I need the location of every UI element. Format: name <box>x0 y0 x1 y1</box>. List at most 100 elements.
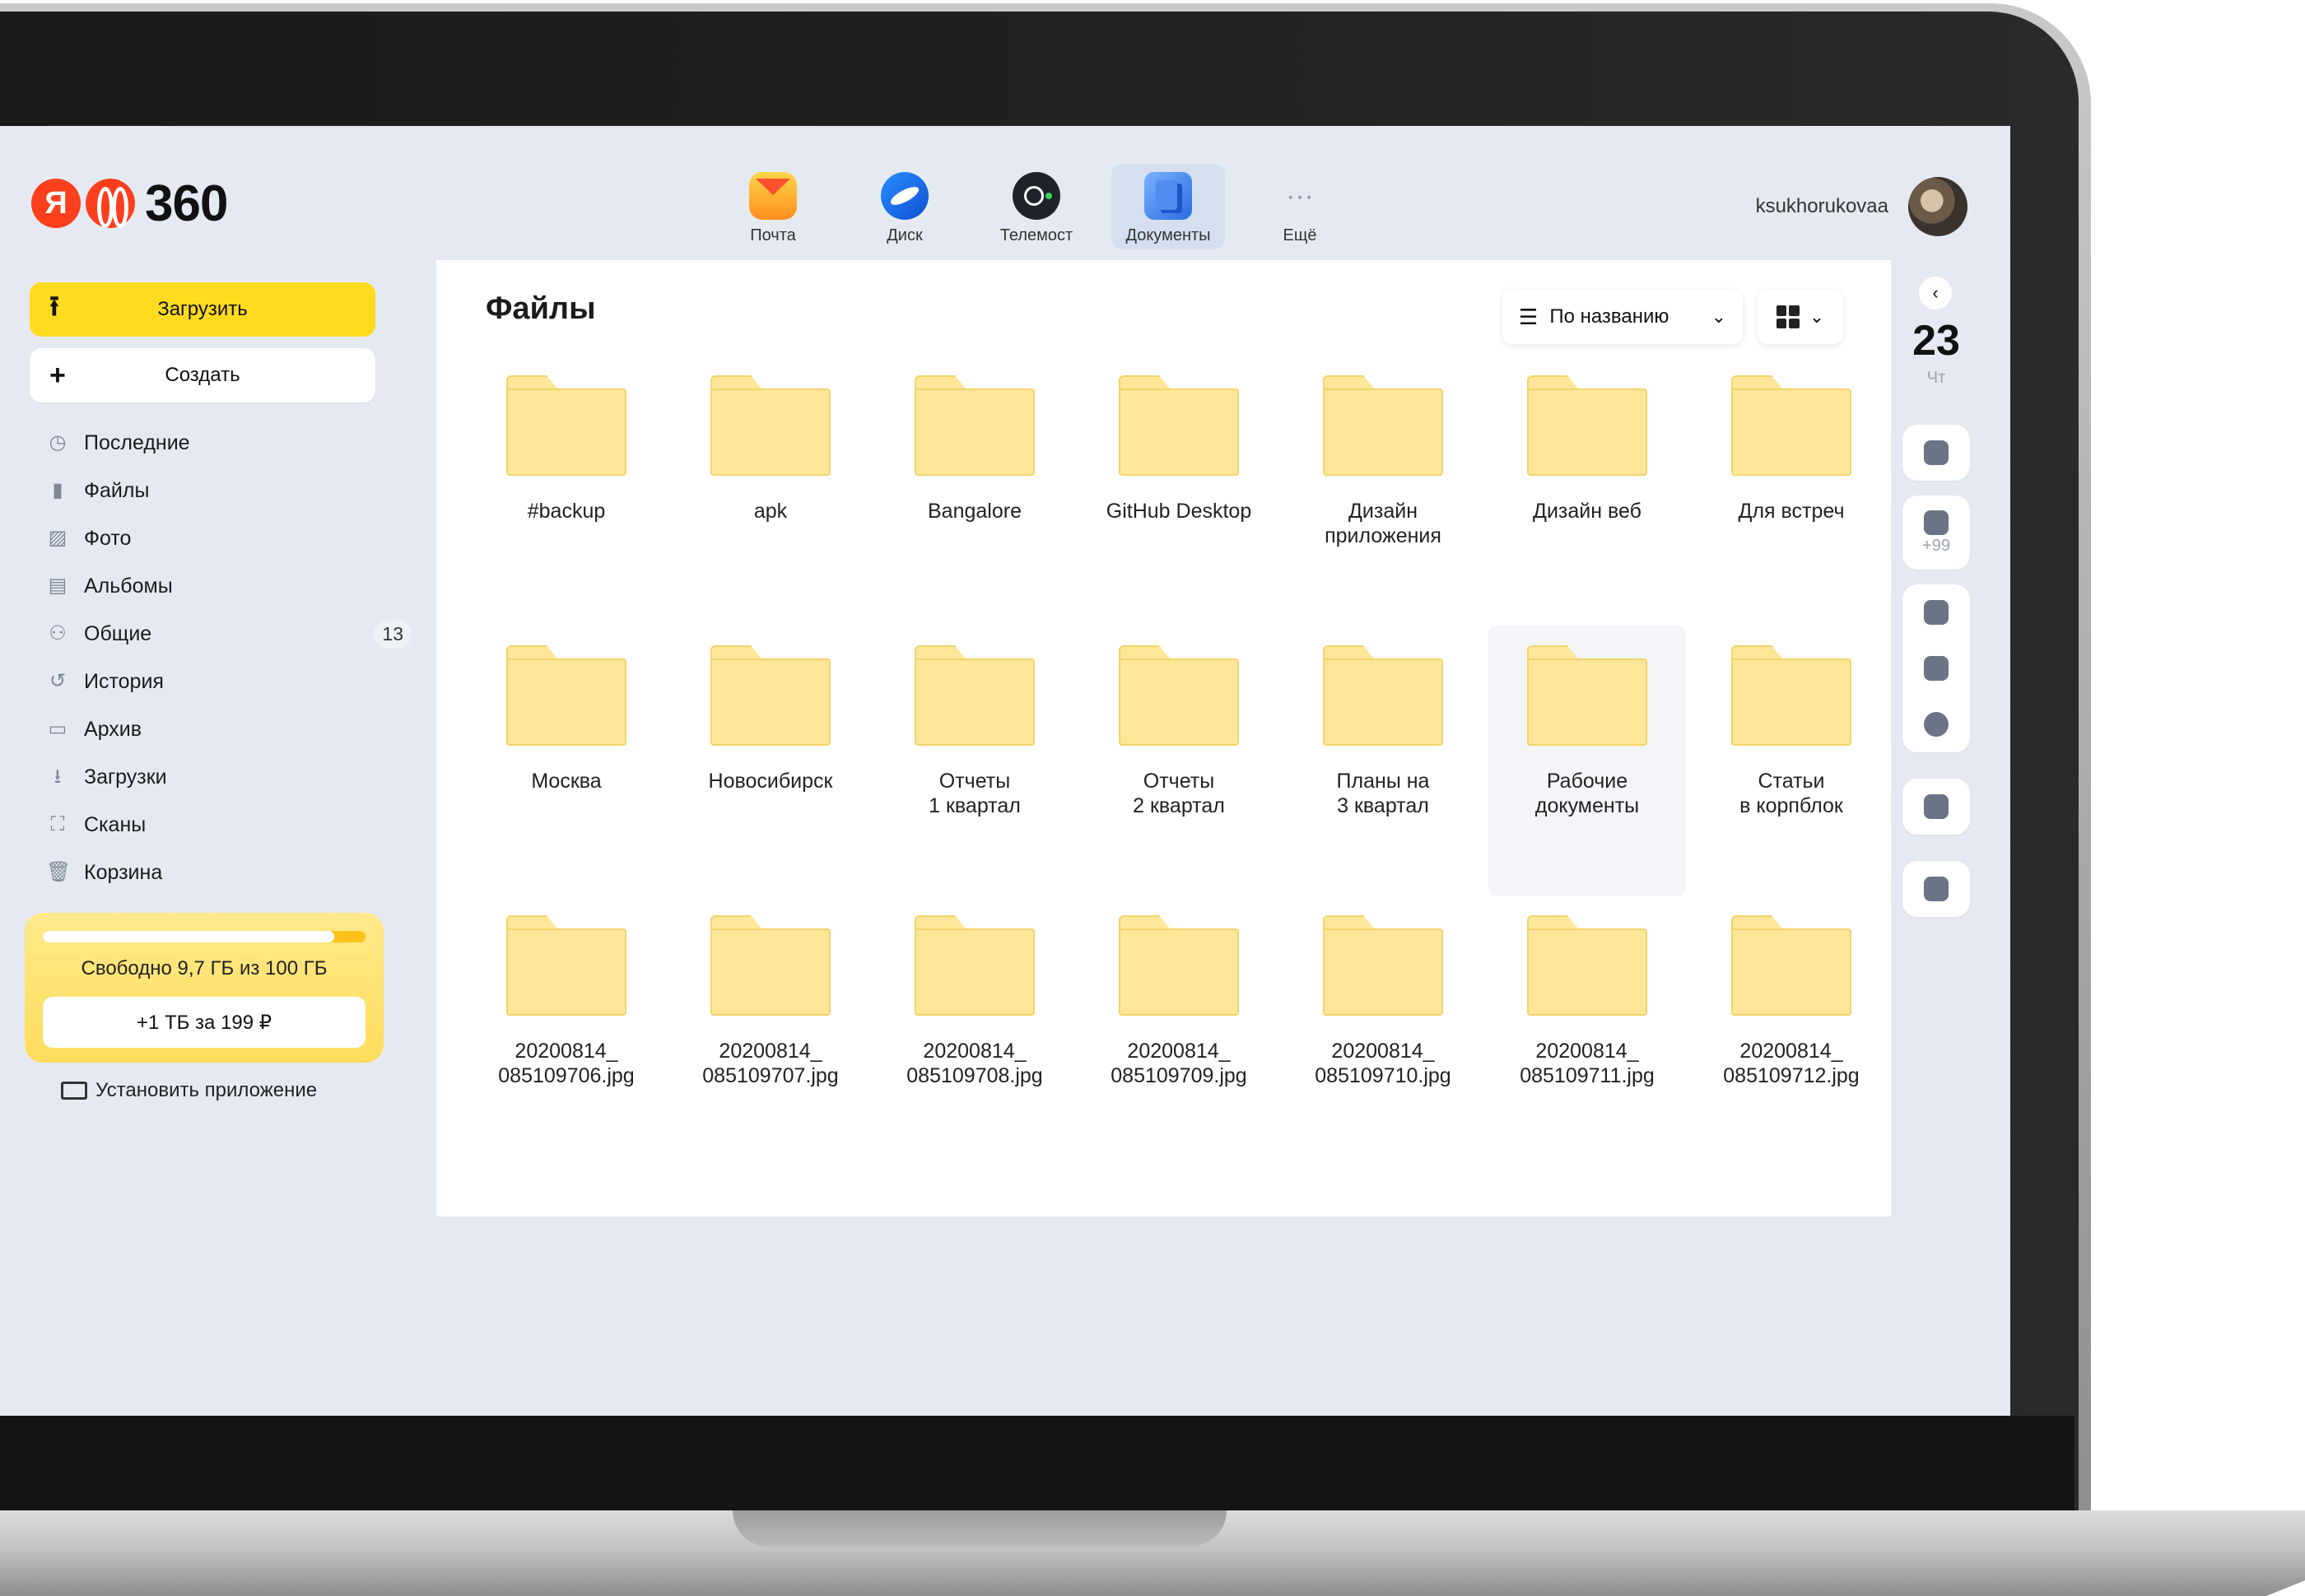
rail-telemost-button[interactable] <box>1902 425 1970 481</box>
folder-item[interactable]: apk <box>672 356 869 626</box>
mail-icon <box>1924 510 1949 535</box>
folder-item[interactable]: 20200814_ 085109709.jpg <box>1080 896 1278 1166</box>
sort-label: По названию <box>1549 305 1669 328</box>
rail-widgets-button[interactable] <box>1902 640 1970 696</box>
folder-item[interactable]: 20200814_ 085109711.jpg <box>1488 896 1686 1166</box>
folder-item[interactable]: 20200814_ 085109708.jpg <box>876 896 1073 1166</box>
screen: Я 360 Почта Диск Телемост Документы ··· … <box>0 126 2010 1416</box>
app-mail[interactable]: Почта <box>716 164 830 249</box>
download-icon: ⭳ <box>54 765 62 788</box>
folder-name: 20200814_ 085109706.jpg <box>498 1040 635 1087</box>
rail-notes-button[interactable] <box>1902 584 1970 640</box>
sidebar-item-label: Архив <box>84 717 142 741</box>
install-app-link[interactable]: Установить приложение <box>61 1079 317 1102</box>
folder-item[interactable]: Bangalore <box>876 356 1073 626</box>
create-button[interactable]: + Создать <box>30 348 375 402</box>
folder-icon <box>1323 915 1443 1016</box>
history-icon: ↺ <box>49 670 67 692</box>
install-app-label: Установить приложение <box>95 1079 318 1101</box>
folder-name: Планы на 3 квартал <box>1336 770 1430 817</box>
folder-name: 20200814_ 085109712.jpg <box>1723 1040 1860 1087</box>
folder-item[interactable]: Планы на 3 квартал <box>1284 626 1482 896</box>
folder-icon <box>1731 645 1851 746</box>
sidebar-item-archive[interactable]: ▭ Архив <box>46 705 408 753</box>
logo-number: 360 <box>145 174 228 232</box>
folder-item[interactable]: 20200814_ 085109710.jpg <box>1284 896 1482 1166</box>
app-label: Ещё <box>1283 226 1317 244</box>
app-telemost[interactable]: Телемост <box>980 164 1093 249</box>
folder-item[interactable]: Рабочие документы <box>1488 626 1686 896</box>
files-panel: Файлы ☰ По названию ⌄ ⌄ #backup apk Bangal… <box>436 260 1891 1217</box>
shared-count-badge: 13 <box>374 619 412 649</box>
folder-icon <box>915 375 1035 476</box>
folder-icon <box>1527 375 1647 476</box>
sidebar-item-label: Общие <box>84 621 152 645</box>
archive-icon: ▭ <box>48 718 68 740</box>
sidebar-item-history[interactable]: ↺ История <box>46 658 408 705</box>
view-mode-dropdown[interactable]: ⌄ <box>1758 290 1843 344</box>
rail-tasks-button[interactable] <box>1902 861 1970 917</box>
folder-item[interactable]: Для встреч <box>1693 356 1890 626</box>
buy-storage-button[interactable]: +1 ТБ за 199 ₽ <box>43 997 366 1048</box>
chevron-left-icon: ‹ <box>1932 282 1939 303</box>
rail-messenger-button[interactable] <box>1902 779 1970 835</box>
folder-item[interactable]: Отчеты 2 квартал <box>1080 626 1278 896</box>
username: ksukhorukovaa <box>1755 195 1888 217</box>
sidebar-item-label: Последние <box>84 430 190 454</box>
folder-item[interactable]: Отчеты 1 квартал <box>876 626 1073 896</box>
folder-item[interactable]: Дизайн приложения <box>1284 356 1482 626</box>
sort-dropdown[interactable]: ☰ По названию ⌄ <box>1502 290 1743 344</box>
laptop-chin <box>0 1416 2074 1518</box>
folder-item[interactable]: Москва <box>468 626 665 896</box>
mail-count: +99 <box>1922 536 1950 555</box>
disk-icon <box>881 172 929 220</box>
folder-item[interactable]: #backup <box>468 356 665 626</box>
file-icon: ▮ <box>52 479 63 501</box>
folder-item[interactable]: Статьи в корпблок <box>1693 626 1890 896</box>
rail-stats-button[interactable] <box>1902 696 1970 752</box>
upload-button[interactable]: ⭱ Загрузить <box>30 282 375 337</box>
plus-icon: + <box>49 359 66 391</box>
sidebar-item-recent[interactable]: ◷ Последние <box>46 419 408 467</box>
sidebar-item-label: История <box>84 669 164 693</box>
camera-icon <box>1924 440 1949 465</box>
upload-label: Загрузить <box>157 298 248 320</box>
rail-mail-button[interactable]: +99 <box>1902 496 1970 570</box>
user-menu[interactable]: ksukhorukovaa <box>1756 177 1967 236</box>
sidebar-nav: ◷ Последние ▮ Файлы ▨ Фото ▤ Альбомы ⚇ О… <box>46 419 412 896</box>
collapse-rail-button[interactable]: ‹ <box>1919 277 1952 309</box>
yandex-360-logo[interactable]: Я 360 <box>31 174 228 232</box>
folder-name: Рабочие документы <box>1534 770 1640 817</box>
files-grid: #backup apk Bangalore GitHub Desktop Дизайн … <box>468 356 1867 1166</box>
folder-name: Статьи в корпблок <box>1739 770 1843 817</box>
sidebar-item-label: Сканы <box>84 812 147 836</box>
folder-item[interactable]: 20200814_ 085109707.jpg <box>672 896 869 1166</box>
sidebar-item-shared[interactable]: ⚇ Общие 13 <box>46 610 412 658</box>
folder-item[interactable]: 20200814_ 085109712.jpg <box>1693 896 1890 1166</box>
app-switcher: Почта Диск Телемост Документы ··· Ещё <box>716 164 1357 249</box>
folder-icon <box>915 645 1035 746</box>
folder-name: GitHub Desktop <box>1106 500 1252 523</box>
folder-item[interactable]: Дизайн веб <box>1488 356 1686 626</box>
folder-icon <box>1119 645 1239 746</box>
logo-ya: Я <box>31 179 81 228</box>
app-disk[interactable]: Диск <box>848 164 962 249</box>
calendar-day[interactable]: 23 <box>1891 316 1981 365</box>
folder-item[interactable]: 20200814_ 085109706.jpg <box>468 896 665 1166</box>
app-label: Документы <box>1125 226 1211 244</box>
folder-item[interactable]: Новосибирск <box>672 626 869 896</box>
folder-item[interactable]: GitHub Desktop <box>1080 356 1278 626</box>
sidebar-item-trash[interactable]: 🗑 Корзина <box>46 849 408 896</box>
sidebar-item-albums[interactable]: ▤ Альбомы <box>46 562 408 610</box>
avatar[interactable] <box>1908 177 1967 236</box>
sidebar-item-label: Загрузки <box>84 765 167 789</box>
sidebar-item-scans[interactable]: ⛶ Сканы <box>46 801 408 849</box>
sidebar-item-files[interactable]: ▮ Файлы <box>46 467 408 514</box>
folder-icon <box>1119 375 1239 476</box>
app-more[interactable]: ··· Ещё <box>1243 164 1357 249</box>
sidebar-item-photo[interactable]: ▨ Фото <box>46 514 408 562</box>
app-documents[interactable]: Документы <box>1111 164 1225 249</box>
desktop-app-icon <box>61 1082 87 1100</box>
widgets-icon <box>1924 656 1949 681</box>
sidebar-item-downloads[interactable]: ⭳ Загрузки <box>46 753 408 801</box>
